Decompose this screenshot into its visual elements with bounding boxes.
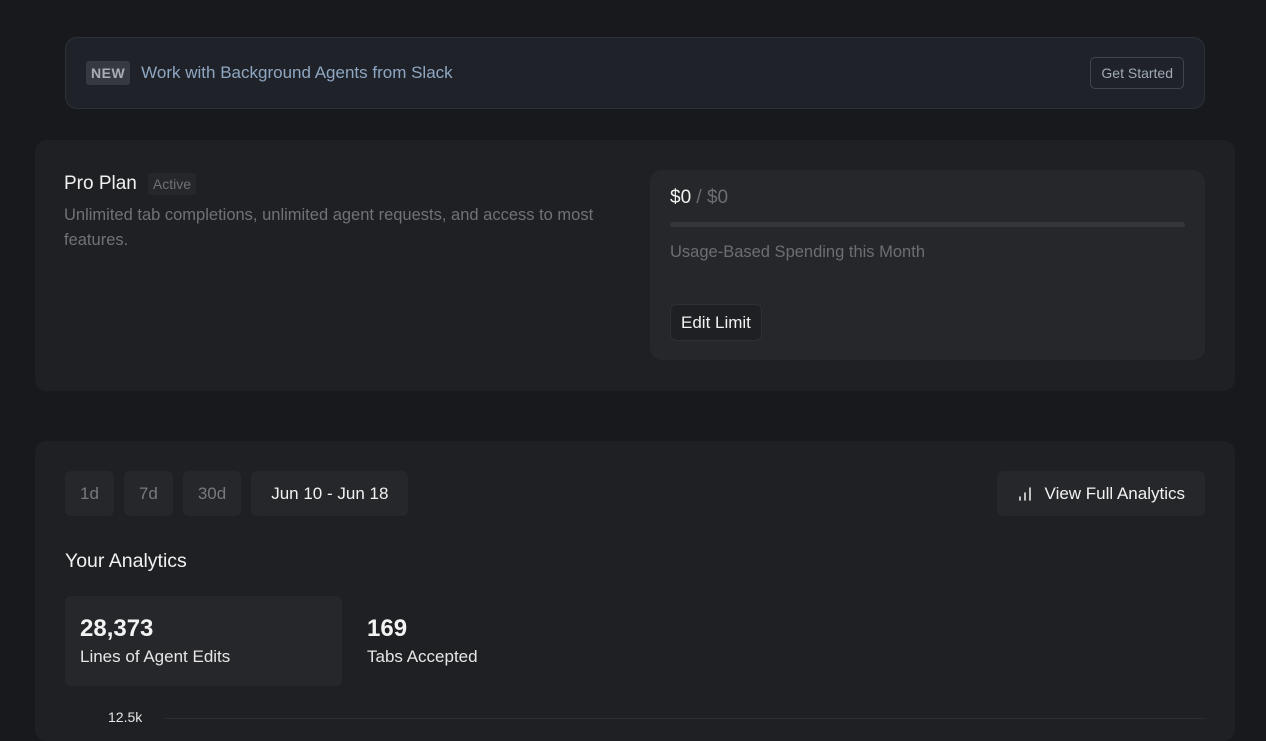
range-tab-7d[interactable]: 7d bbox=[123, 471, 173, 516]
usage-current: $0 bbox=[670, 187, 692, 208]
range-tab-30d[interactable]: 30d bbox=[182, 471, 242, 516]
view-full-analytics-button[interactable]: View Full Analytics bbox=[996, 471, 1205, 516]
stat-value: 169 bbox=[367, 615, 408, 642]
plan-name: Pro Plan bbox=[64, 173, 137, 194]
view-full-analytics-label: View Full Analytics bbox=[1044, 483, 1185, 503]
usage-amount: $0 / $0 bbox=[670, 187, 728, 209]
stat-tabs-accepted[interactable]: 169 Tabs Accepted bbox=[352, 596, 629, 686]
banner-link[interactable]: Work with Background Agents from Slack bbox=[141, 63, 453, 83]
plan-description: Unlimited tab completions, unlimited age… bbox=[64, 206, 594, 249]
chart-gridline bbox=[165, 718, 1205, 719]
usage-progress-bar bbox=[670, 222, 1185, 227]
plan-card: Pro Plan Active Unlimited tab completion… bbox=[35, 140, 1235, 391]
plan-header: Pro Plan Active bbox=[64, 173, 196, 195]
plan-status-badge: Active bbox=[147, 173, 196, 195]
range-tab-custom[interactable]: Jun 10 - Jun 18 bbox=[251, 471, 409, 516]
range-tab-1d[interactable]: 1d bbox=[65, 471, 114, 516]
bar-chart-icon bbox=[1017, 486, 1033, 502]
analytics-card: 1d 7d 30d Jun 10 - Jun 18 View Full Anal… bbox=[35, 441, 1235, 741]
stat-agent-edits[interactable]: 28,373 Lines of Agent Edits bbox=[65, 596, 342, 686]
stat-label: Lines of Agent Edits bbox=[80, 647, 231, 666]
new-badge: NEW bbox=[86, 61, 131, 85]
usage-panel: $0 / $0 Usage-Based Spending this Month … bbox=[650, 170, 1205, 360]
stat-label: Tabs Accepted bbox=[367, 647, 478, 666]
get-started-button[interactable]: Get Started bbox=[1090, 57, 1184, 89]
announcement-banner: NEW Work with Background Agents from Sla… bbox=[65, 37, 1205, 109]
usage-label: Usage-Based Spending this Month bbox=[670, 243, 925, 261]
date-range-tabs: 1d 7d 30d Jun 10 - Jun 18 bbox=[65, 471, 409, 516]
stat-value: 28,373 bbox=[80, 615, 154, 642]
analytics-title: Your Analytics bbox=[65, 550, 187, 572]
usage-limit: $0 bbox=[706, 187, 729, 208]
edit-limit-button[interactable]: Edit Limit bbox=[670, 304, 762, 341]
usage-separator: / bbox=[696, 187, 702, 208]
